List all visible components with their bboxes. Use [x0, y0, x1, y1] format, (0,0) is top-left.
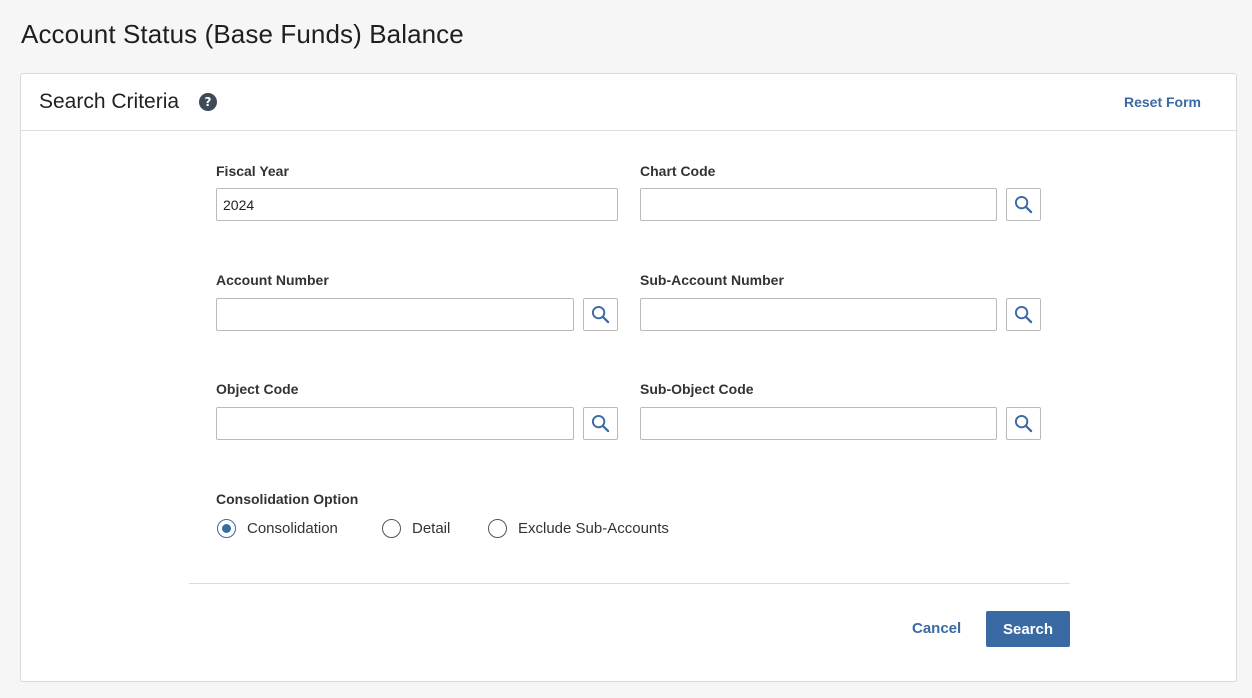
radio-label: Exclude Sub-Accounts [518, 520, 669, 537]
radio-circle[interactable] [382, 519, 401, 538]
radio-label: Detail [412, 520, 451, 537]
radio-exclude-sub-accounts[interactable]: Exclude Sub-Accounts [488, 519, 669, 538]
radio-circle-checked[interactable] [217, 519, 236, 538]
sub-account-number-lookup-button[interactable] [1006, 298, 1041, 331]
fiscal-year-label: Fiscal Year [216, 163, 289, 179]
radio-circle[interactable] [488, 519, 507, 538]
search-icon [1014, 195, 1033, 214]
divider [189, 583, 1070, 584]
search-criteria-panel: Search Criteria ? Reset Form Fiscal Year… [20, 73, 1237, 682]
sub-object-code-input[interactable] [640, 407, 997, 440]
chart-code-input[interactable] [640, 188, 997, 221]
radio-consolidation[interactable]: Consolidation [217, 519, 338, 538]
account-number-label: Account Number [216, 272, 329, 288]
fiscal-year-input[interactable] [216, 188, 618, 221]
sub-object-code-label: Sub-Object Code [640, 381, 754, 397]
object-code-label: Object Code [216, 381, 299, 397]
panel-title: Search Criteria [39, 90, 180, 113]
object-code-lookup-button[interactable] [583, 407, 618, 440]
search-icon [1014, 414, 1033, 433]
search-icon [591, 305, 610, 324]
chart-code-label: Chart Code [640, 163, 716, 179]
help-icon[interactable]: ? [199, 93, 217, 111]
account-number-lookup-button[interactable] [583, 298, 618, 331]
consolidation-option-label: Consolidation Option [216, 491, 359, 507]
account-number-input[interactable] [216, 298, 574, 331]
sub-account-number-input[interactable] [640, 298, 997, 331]
radio-label: Consolidation [247, 520, 338, 537]
sub-account-number-label: Sub-Account Number [640, 272, 784, 288]
sub-object-code-lookup-button[interactable] [1006, 407, 1041, 440]
search-icon [1014, 305, 1033, 324]
page-title: Account Status (Base Funds) Balance [21, 19, 464, 49]
chart-code-lookup-button[interactable] [1006, 188, 1041, 221]
search-icon [591, 414, 610, 433]
object-code-input[interactable] [216, 407, 574, 440]
cancel-button[interactable]: Cancel [912, 620, 961, 637]
search-button[interactable]: Search [986, 611, 1070, 647]
panel-header: Search Criteria ? Reset Form [21, 74, 1236, 131]
reset-form-link[interactable]: Reset Form [1124, 94, 1201, 110]
radio-detail[interactable]: Detail [382, 519, 450, 538]
